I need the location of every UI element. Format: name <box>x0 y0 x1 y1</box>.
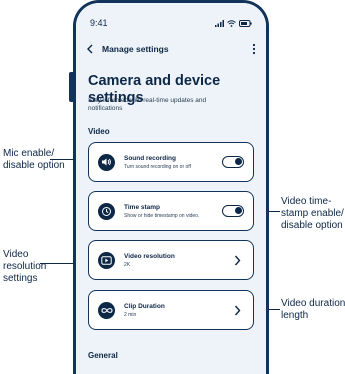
chevron-right-icon[interactable] <box>230 253 244 267</box>
card-title: Sound recording <box>124 154 176 162</box>
time-stamp-toggle[interactable] <box>222 205 244 217</box>
annotation-timestamp: Video time- stamp enable/ disable option <box>281 196 344 231</box>
section-title-video: Video <box>88 127 110 136</box>
sound-recording-text: Sound recording Turn sound recording on … <box>124 154 222 171</box>
section-title-general: General <box>88 351 118 360</box>
annotation-mic: Mic enable/ disable option <box>3 148 65 171</box>
status-time: 9:41 <box>90 18 108 28</box>
nav-bar: Manage settings <box>86 41 256 57</box>
card-title: Time stamp <box>124 203 161 211</box>
toggle-knob <box>235 158 242 165</box>
status-icons <box>215 19 252 27</box>
clip-duration-card[interactable]: Clip Duration 2 min <box>88 290 254 330</box>
time-stamp-card[interactable]: Time stamp Show or hide timestamp on vid… <box>88 191 254 231</box>
speaker-icon <box>98 153 115 171</box>
annotation-resolution: Video resolution settings <box>3 249 47 284</box>
card-subtitle: Turn sound recording on or off <box>124 163 191 170</box>
phone-screen: 9:41 Manage settings Camera and device s… <box>76 3 266 374</box>
wifi-icon <box>227 19 236 27</box>
clock-icon <box>98 202 115 220</box>
toggle-knob <box>235 207 242 214</box>
video-resolution-text: Video resolution 2K <box>124 252 230 269</box>
card-subtitle: Show or hide timestamp on video. <box>124 212 200 219</box>
more-options-icon[interactable] <box>252 43 256 55</box>
time-stamp-text: Time stamp Show or hide timestamp on vid… <box>124 203 222 220</box>
phone-frame: 9:41 Manage settings Camera and device s… <box>73 0 269 374</box>
sound-recording-card[interactable]: Sound recording Turn sound recording on … <box>88 142 254 182</box>
video-resolution-card[interactable]: Video resolution 2K <box>88 240 254 280</box>
back-arrow-icon[interactable] <box>86 44 94 54</box>
card-title: Clip Duration <box>124 302 165 310</box>
sound-recording-toggle[interactable] <box>222 156 244 168</box>
chevron-right-icon[interactable] <box>230 303 244 317</box>
card-title: Video resolution <box>124 252 175 260</box>
status-bar: 9:41 <box>90 17 252 29</box>
infinity-icon <box>98 301 115 319</box>
battery-icon <box>239 19 252 27</box>
annotation-duration: Video duration length <box>281 298 345 321</box>
nav-title: Manage settings <box>102 44 169 54</box>
card-subtitle: 2 min <box>124 311 137 318</box>
play-icon <box>98 251 115 269</box>
card-subtitle: 2K <box>124 261 131 268</box>
page-subtitle: Stay informed with real-time updates and… <box>88 97 207 112</box>
clip-duration-text: Clip Duration 2 min <box>124 302 230 319</box>
signal-icon <box>215 19 224 27</box>
